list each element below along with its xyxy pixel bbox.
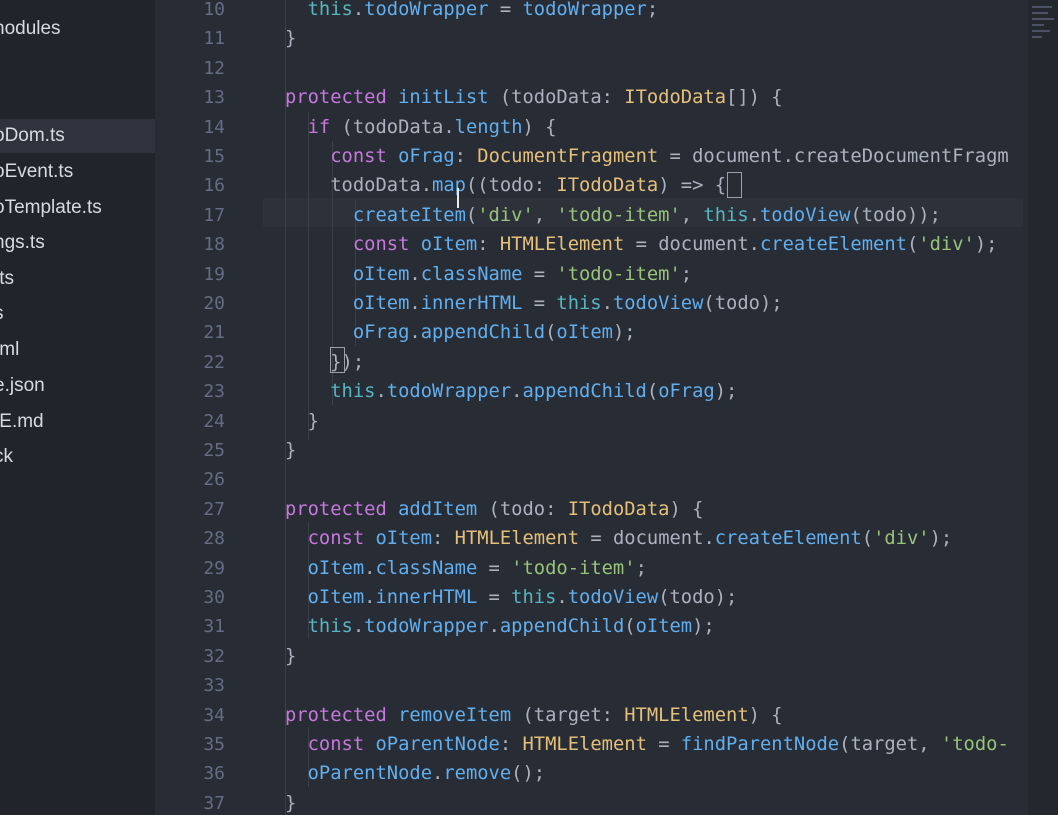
code-line[interactable]: protected removeItem (target: HTMLElemen… [285,701,783,730]
file-item-lock[interactable]: ck [0,440,155,474]
bracket-match-highlight [330,347,345,373]
line-number: 10 [203,0,225,20]
code-line[interactable]: todoData.map((todo: ITodoData) => { [285,171,726,200]
code-line[interactable]: if (todoData.length) { [285,113,557,142]
file-item-node-modules[interactable]: nodules [0,12,155,46]
line-number: 33 [203,675,225,697]
file-explorer-sidebar: nodules oDom.ts oEvent.ts oTemplate.ts n… [0,0,155,815]
line-number: 12 [203,57,225,79]
line-number: 20 [203,293,225,314]
file-item-ts[interactable]: .ts [0,262,155,296]
file-label: oDom.ts [0,125,65,146]
minimap-line [1032,24,1044,26]
file-label: e.json [0,375,45,396]
file-item-html[interactable]: tml [0,333,155,367]
code-line[interactable]: oItem.innerHTML = this.todoView(todo); [285,583,738,612]
code-line[interactable]: protected addItem (todo: ITodoData) { [285,495,703,524]
line-number: 15 [203,146,225,167]
code-line[interactable]: oItem.className = 'todo-item'; [285,554,647,583]
file-item-package-json[interactable]: e.json [0,369,155,403]
code-line[interactable]: const oItem: HTMLElement = document.crea… [285,230,998,259]
code-line[interactable]: } [285,407,319,436]
line-number: 17 [203,204,225,226]
code-line[interactable]: this.todoWrapper = todoWrapper; [285,0,659,24]
mouse-ibeam-cursor [457,188,459,208]
file-label: nodules [0,18,61,39]
file-item-settings[interactable]: ngs.ts [0,226,155,260]
minimap-line [1032,12,1048,14]
code-line[interactable]: createItem('div', 'todo-item', this.todo… [285,201,941,230]
code-line[interactable]: oItem.className = 'todo-item'; [285,260,692,289]
line-number: 29 [203,557,225,579]
code-line[interactable]: } [285,642,296,671]
line-number: 19 [203,263,225,285]
code-line[interactable]: oFrag.appendChild(oItem); [285,318,636,347]
line-number: 26 [203,469,225,491]
line-number: 28 [203,528,225,550]
code-line[interactable]: oParentNode.remove(); [285,759,545,788]
code-editor[interactable]: 10 11 12 13 14 15 16 17 18 19 20 21 22 23 24 25 26 27 28 29… [155,0,1058,815]
line-number: 25 [203,440,225,461]
file-label: ngs.ts [0,232,45,253]
file-label: IE.md [0,411,44,432]
file-label: oEvent.ts [0,161,74,182]
code-line[interactable]: } [285,789,296,815]
code-line[interactable]: const oParentNode: HTMLElement = findPar… [285,730,1009,759]
code-line[interactable]: const oFrag: DocumentFragment = document… [285,142,1009,171]
line-number: 36 [203,763,225,785]
code-line[interactable]: }); [285,348,364,377]
line-number: 22 [203,351,225,373]
file-label: tml [0,339,20,360]
line-number: 32 [203,645,225,667]
line-number: 23 [203,381,225,403]
line-number: 34 [203,704,225,726]
line-number: 13 [203,87,225,109]
file-item-readme[interactable]: IE.md [0,405,155,439]
file-label: .ts [0,268,15,289]
line-number: 27 [203,498,225,520]
line-number: 30 [203,587,225,608]
minimap-line [1032,36,1042,38]
code-line[interactable]: oItem.innerHTML = this.todoView(todo); [285,289,783,318]
code-line[interactable]: const oItem: HTMLElement = document.crea… [285,524,953,553]
file-label: ck [0,446,13,467]
file-label: s [0,297,4,331]
code-line[interactable]: this.todoWrapper.appendChild(oFrag); [285,377,737,406]
code-line[interactable]: this.todoWrapper.appendChild(oItem); [285,612,715,641]
line-number-gutter: 10 11 12 13 14 15 16 17 18 19 20 21 22 23 24 25 26 27 28 29… [155,0,235,815]
minimap-line [1032,18,1054,20]
line-number: 24 [203,410,225,432]
line-number: 37 [203,792,225,814]
line-number: 35 [203,734,225,755]
line-number: 14 [203,116,225,138]
code-line[interactable]: } [285,436,296,465]
file-item-todo-template[interactable]: oTemplate.ts [0,191,155,225]
line-number: 16 [203,175,225,197]
minimap[interactable] [1028,0,1058,815]
line-number: 31 [203,616,225,638]
code-line[interactable]: protected initList (todoData: ITodoData[… [285,83,783,112]
file-item-todo-dom[interactable]: oDom.ts [0,119,155,153]
file-label: oTemplate.ts [0,197,102,218]
minimap-line [1032,30,1050,32]
line-number: 18 [203,234,225,256]
file-item-s[interactable]: s [0,297,155,331]
code-line[interactable]: } [285,24,296,53]
bracket-match-highlight [727,172,742,198]
minimap-line [1032,6,1052,8]
line-number: 21 [203,322,225,344]
line-number: 11 [203,28,225,50]
file-item-todo-event[interactable]: oEvent.ts [0,155,155,189]
